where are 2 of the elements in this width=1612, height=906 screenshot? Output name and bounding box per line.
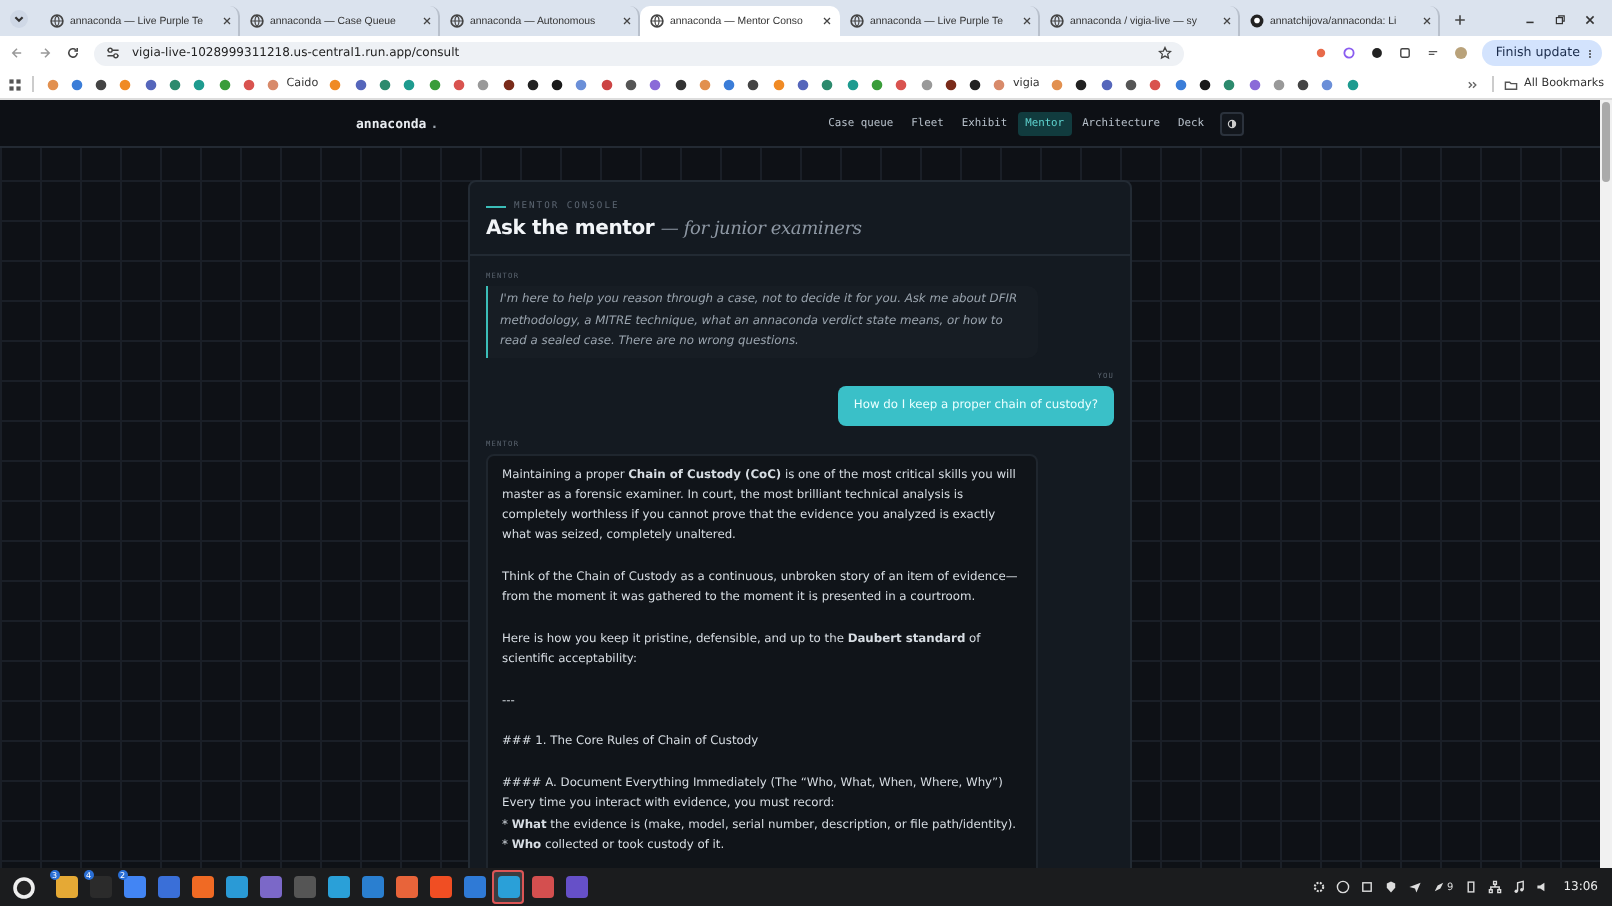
console-subtitle: — for junior examiners bbox=[660, 220, 862, 240]
console-title: Ask the mentor bbox=[486, 218, 655, 240]
